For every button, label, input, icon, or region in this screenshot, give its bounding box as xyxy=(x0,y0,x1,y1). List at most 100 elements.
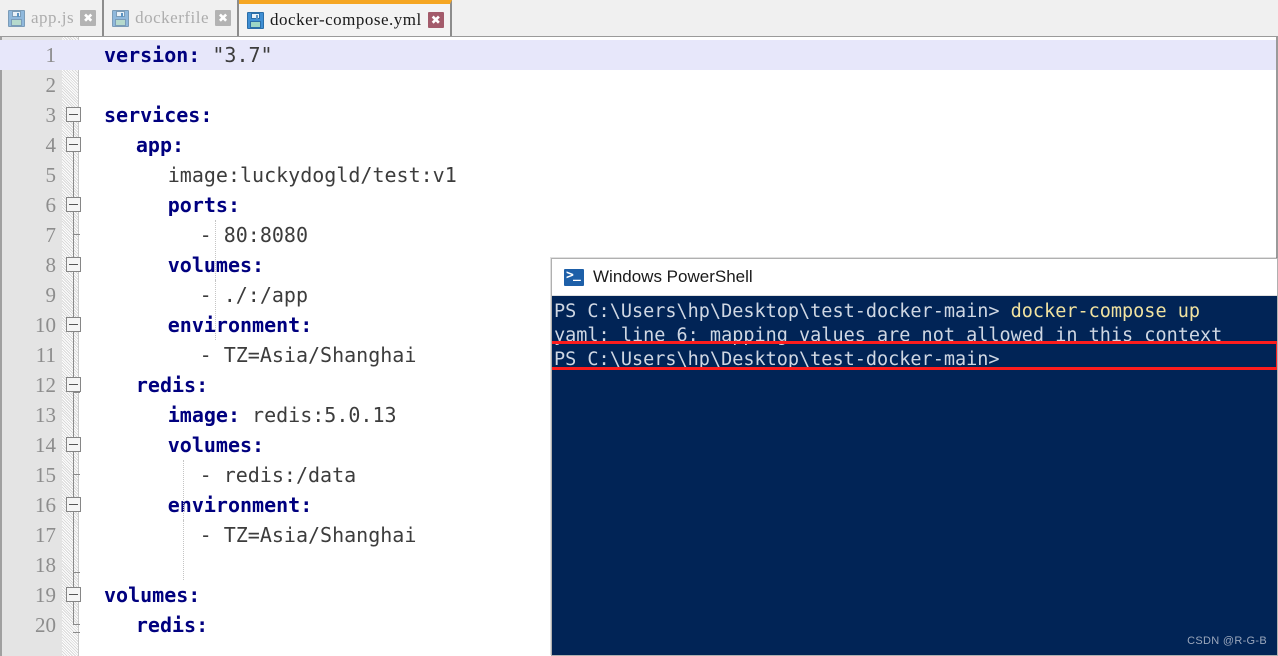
code-line[interactable]: 3 services: xyxy=(0,100,1278,130)
yaml-value: redis:5.0.13 xyxy=(240,403,397,427)
code-text: services: xyxy=(104,100,212,130)
yaml-key: ports: xyxy=(167,193,240,217)
line-number: 19 xyxy=(35,583,56,607)
code-line[interactable]: 2 xyxy=(0,70,1278,100)
fold-toggle-icon[interactable] xyxy=(66,257,81,272)
powershell-window[interactable]: Windows PowerShell PS C:\Users\hp\Deskto… xyxy=(551,258,1278,656)
code-text: - TZ=Asia/Shanghai xyxy=(200,340,417,370)
close-icon[interactable]: ✖ xyxy=(215,10,232,26)
tab-app-js[interactable]: app.js ✖ xyxy=(0,0,105,36)
code-line[interactable]: 1 version: "3.7" xyxy=(0,40,1278,70)
yaml-key: environment: xyxy=(167,493,313,517)
code-text: app: xyxy=(136,130,184,160)
fold-toggle-icon[interactable] xyxy=(66,107,81,122)
code-text: image:luckydogld/test:v1 xyxy=(168,160,457,190)
yaml-key: app: xyxy=(135,133,185,157)
fold-tick xyxy=(73,624,80,625)
yaml-key: environment: xyxy=(167,313,313,337)
window-title: Windows PowerShell xyxy=(593,267,753,286)
line-number: 15 xyxy=(35,463,56,487)
code-line[interactable]: 6 ports: xyxy=(0,190,1278,220)
tab-label: dockerfile xyxy=(135,8,210,27)
code-text: environment: xyxy=(168,490,313,520)
line-number: 5 xyxy=(45,163,57,187)
code-text: ports: xyxy=(168,190,240,220)
console-line: PS C:\Users\hp\Desktop\test-docker-main>… xyxy=(554,300,1277,324)
code-text: version: "3.7" xyxy=(104,40,273,70)
fold-tick xyxy=(73,474,80,475)
fold-tick xyxy=(73,234,80,235)
powershell-prompt-icon xyxy=(564,267,584,286)
code-line[interactable]: 7- 80:8080 xyxy=(0,220,1278,250)
fold-end xyxy=(73,632,80,633)
yaml-key: image: xyxy=(167,403,240,427)
yaml-key: volumes: xyxy=(104,583,201,607)
yaml-value: - TZ=Asia/Shanghai xyxy=(199,343,417,367)
floppy-disk-icon xyxy=(8,9,25,27)
code-text: image: redis:5.0.13 xyxy=(168,400,397,430)
yaml-key: redis: xyxy=(135,613,209,637)
line-number: 7 xyxy=(45,223,57,247)
yaml-value: "3.7" xyxy=(200,43,273,67)
console-prompt: PS C:\Users\hp\Desktop\test-docker-main> xyxy=(554,301,1011,322)
floppy-disk-icon xyxy=(112,9,130,27)
watermark: CSDN @R-G-B xyxy=(1187,635,1267,647)
fold-toggle-icon[interactable] xyxy=(66,317,81,332)
powershell-title-bar[interactable]: Windows PowerShell xyxy=(552,259,1277,296)
fold-toggle-icon[interactable] xyxy=(66,497,81,512)
fold-toggle-icon[interactable] xyxy=(66,377,81,392)
code-text: redis: xyxy=(136,610,208,640)
console-error-line: yaml: line 6: mapping values are not all… xyxy=(554,324,1277,348)
line-number: 16 xyxy=(35,493,56,517)
line-number: 17 xyxy=(35,523,56,547)
yaml-value: - TZ=Asia/Shanghai xyxy=(199,523,417,547)
code-text: volumes: xyxy=(168,430,264,460)
line-number: 9 xyxy=(45,283,57,307)
console-prompt: PS C:\Users\hp\Desktop\test-docker-main> xyxy=(554,349,1000,370)
tab-label: app.js xyxy=(31,8,75,27)
indent-guide xyxy=(183,520,184,580)
console-line: PS C:\Users\hp\Desktop\test-docker-main> xyxy=(554,348,1277,372)
line-number: 10 xyxy=(35,313,56,337)
line-number: 1 xyxy=(45,43,57,67)
fold-end xyxy=(73,572,80,573)
line-number: 3 xyxy=(45,103,57,127)
editor-tab-bar: app.js ✖ dockerfile ✖ docker-compose.yml… xyxy=(0,0,1278,37)
code-line[interactable]: 4 app: xyxy=(0,130,1278,160)
code-text: redis: xyxy=(136,370,208,400)
yaml-key: redis: xyxy=(135,373,209,397)
line-number: 12 xyxy=(35,373,56,397)
fold-end xyxy=(73,392,80,393)
tab-docker-compose-yml[interactable]: docker-compose.yml ✖ xyxy=(239,0,452,36)
tab-dockerfile[interactable]: dockerfile ✖ xyxy=(104,0,240,36)
yaml-value: image:luckydogld/test:v1 xyxy=(167,163,457,187)
code-text: volumes: xyxy=(104,580,200,610)
console-command: docker-compose up xyxy=(1010,301,1201,322)
line-number: 4 xyxy=(45,133,57,157)
fold-toggle-icon[interactable] xyxy=(66,437,81,452)
fold-connector xyxy=(73,602,74,624)
tab-label: docker-compose.yml xyxy=(270,10,422,29)
code-line[interactable]: 5 image:luckydogld/test:v1 xyxy=(0,160,1278,190)
line-number: 18 xyxy=(35,553,56,577)
line-number: 20 xyxy=(35,613,56,637)
yaml-value: - redis:/data xyxy=(199,463,357,487)
line-number: 11 xyxy=(35,343,56,367)
indent-guide xyxy=(215,220,216,280)
fold-toggle-icon[interactable] xyxy=(66,197,81,212)
line-number: 6 xyxy=(45,193,57,217)
line-number: 8 xyxy=(45,253,57,277)
code-text: - redis:/data xyxy=(200,460,357,490)
console-error-text: yaml: line 6: mapping values are not all… xyxy=(554,325,1223,346)
indent-guide xyxy=(215,280,216,340)
yaml-key: version: xyxy=(104,43,201,67)
powershell-console[interactable]: PS C:\Users\hp\Desktop\test-docker-main>… xyxy=(552,296,1277,655)
close-icon[interactable]: ✖ xyxy=(427,12,444,28)
indent-guide xyxy=(183,460,184,520)
yaml-key: volumes: xyxy=(167,433,265,457)
fold-toggle-icon[interactable] xyxy=(66,587,81,602)
line-number: 13 xyxy=(35,403,56,427)
close-icon[interactable]: ✖ xyxy=(80,10,97,26)
code-text: - TZ=Asia/Shanghai xyxy=(200,520,417,550)
fold-toggle-icon[interactable] xyxy=(66,137,81,152)
